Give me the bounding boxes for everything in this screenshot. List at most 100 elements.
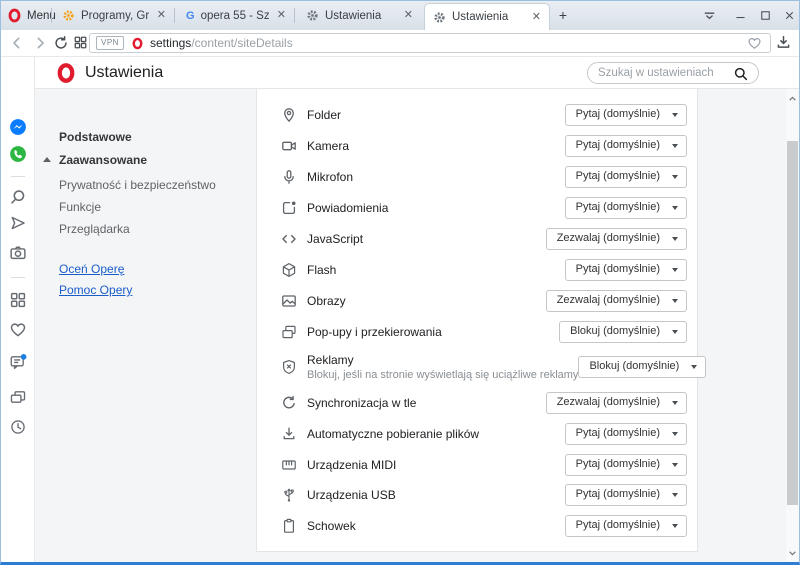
rate-opera-link[interactable]: Oceń Operę: [59, 262, 124, 276]
permission-row-ads: Reklamy Blokuj, jeśli na stronie wyświet…: [257, 345, 697, 389]
sidebar-item-funkcje[interactable]: Funkcje: [59, 200, 101, 214]
permission-subtitle: Blokuj, jeśli na stronie wyświetlają się…: [307, 369, 578, 381]
permission-label: Urządzenia USB: [307, 488, 396, 502]
permission-dropdown[interactable]: Blokuj (domyślnie): [578, 356, 706, 378]
divider: [11, 176, 25, 177]
tab-title: Programy, Gry, Kodeki, An: [81, 10, 149, 22]
javascript-icon: [281, 231, 297, 247]
bookmarks-heart-icon[interactable]: [9, 321, 27, 339]
permission-dropdown[interactable]: Pytaj (domyślnie): [565, 166, 687, 188]
permission-dropdown[interactable]: Pytaj (domyślnie): [565, 454, 687, 476]
my-flow-icon[interactable]: [9, 214, 27, 232]
scroll-down-arrow[interactable]: [786, 546, 799, 560]
permission-label: Mikrofon: [307, 170, 353, 184]
permission-dropdown[interactable]: Pytaj (domyślnie): [565, 423, 687, 445]
bookmark-heart-icon[interactable]: [747, 36, 762, 51]
tab-close-icon[interactable]: ✕: [530, 11, 543, 24]
back-icon: [9, 35, 25, 51]
permission-dropdown[interactable]: Pytaj (domyślnie): [565, 197, 687, 219]
tab-ustawienia-active[interactable]: Ustawienia ✕: [425, 4, 549, 30]
close-window-button[interactable]: [781, 7, 798, 24]
minimize-button[interactable]: [732, 7, 749, 24]
permission-dropdown[interactable]: Pytaj (domyślnie): [565, 104, 687, 126]
tab-close-icon[interactable]: ✕: [275, 9, 288, 22]
search-icon: [733, 66, 749, 82]
tabs-icon[interactable]: [9, 388, 27, 406]
settings-search-input[interactable]: [598, 67, 730, 79]
messenger-sidebar: [1, 57, 35, 562]
tab-close-icon[interactable]: ✕: [402, 9, 415, 22]
permission-row-popups: Pop-upy i przekierowania Blokuj (domyśln…: [257, 317, 697, 347]
dropdown-value: Pytaj (domyślnie): [576, 108, 660, 120]
dropdown-value: Blokuj (domyślnie): [589, 360, 679, 372]
minimize-icon: [734, 9, 747, 22]
auto-download-icon: [281, 426, 297, 442]
tab-title: opera 55 - Szukaj w Goog: [201, 10, 269, 22]
gear-favicon-icon: [306, 9, 319, 22]
permission-label: Flash: [307, 263, 336, 277]
reload-icon: [53, 35, 69, 51]
scroll-up-arrow[interactable]: [786, 91, 799, 105]
sidebar-item-zaawansowane[interactable]: Zaawansowane: [59, 153, 147, 167]
divider: [11, 277, 25, 278]
new-tab-button[interactable]: +: [553, 5, 573, 25]
permission-dropdown[interactable]: Zezwalaj (domyślnie): [546, 228, 687, 250]
opera-help-link[interactable]: Pomoc Opery: [59, 283, 132, 297]
permission-dropdown[interactable]: Pytaj (domyślnie): [565, 484, 687, 506]
chevron-down-icon: [672, 493, 678, 497]
forward-button[interactable]: [32, 35, 48, 51]
gear-orange-favicon-icon: [62, 9, 75, 22]
reload-button[interactable]: [53, 35, 69, 51]
sidebar-item-przegladarka[interactable]: Przeglądarka: [59, 222, 130, 236]
speed-dial-sidebar-icon[interactable]: [9, 291, 27, 309]
permission-label: Folder: [307, 108, 341, 122]
opera-menu-button[interactable]: Menu: [7, 1, 56, 30]
tab-programy[interactable]: Programy, Gry, Kodeki, An ✕: [54, 1, 174, 30]
permission-dropdown[interactable]: Pytaj (domyślnie): [565, 259, 687, 281]
tab-ustawienia-1[interactable]: Ustawienia ✕: [298, 1, 421, 30]
permission-row-javascript: JavaScript Zezwalaj (domyślnie): [257, 224, 697, 254]
permission-dropdown[interactable]: Blokuj (domyślnie): [559, 321, 687, 343]
tab-close-icon[interactable]: ✕: [155, 9, 168, 22]
downloads-button[interactable]: [775, 34, 793, 52]
url-field[interactable]: VPN settings /content/siteDetails: [89, 33, 771, 53]
sidebar-search-icon[interactable]: [9, 188, 27, 206]
permission-row-midi: Urządzenia MIDI Pytaj (domyślnie): [257, 450, 697, 480]
permissions-card: Folder Pytaj (domyślnie) Kamera Pytaj (d…: [256, 89, 698, 552]
permission-dropdown[interactable]: Zezwalaj (domyślnie): [546, 290, 687, 312]
snapshot-camera-icon[interactable]: [9, 244, 27, 262]
personal-news-icon[interactable]: [9, 353, 27, 371]
permission-dropdown[interactable]: Zezwalaj (domyślnie): [546, 392, 687, 414]
sidebar-item-prywatnosc[interactable]: Prywatność i bezpieczeństwo: [59, 178, 216, 192]
ads-shield-icon: [281, 359, 297, 375]
maximize-button[interactable]: [757, 7, 774, 24]
scrollbar-thumb[interactable]: [787, 141, 798, 505]
google-favicon-icon: G: [186, 10, 195, 22]
settings-header: Ustawienia: [35, 57, 799, 89]
permission-label: Kamera: [307, 139, 349, 153]
chevron-down-icon: [672, 113, 678, 117]
permission-label: Schowek: [307, 519, 356, 533]
speed-dial-button[interactable]: [73, 35, 89, 51]
settings-search-box[interactable]: [587, 62, 759, 84]
divider: [51, 8, 52, 23]
tab-menu-button[interactable]: [701, 7, 718, 24]
messenger-icon[interactable]: [9, 118, 27, 136]
vpn-badge[interactable]: VPN: [96, 36, 124, 50]
notifications-icon: [281, 200, 297, 216]
history-clock-icon[interactable]: [9, 418, 27, 436]
page-scrollbar[interactable]: [786, 89, 799, 562]
tab-title: Ustawienia: [452, 11, 524, 23]
permission-row-location: Folder Pytaj (domyślnie): [257, 100, 697, 130]
permission-dropdown[interactable]: Pytaj (domyślnie): [565, 515, 687, 537]
sidebar-item-podstawowe[interactable]: Podstawowe: [59, 130, 132, 144]
midi-icon: [281, 457, 297, 473]
permission-dropdown[interactable]: Pytaj (domyślnie): [565, 135, 687, 157]
permission-row-notifications: Powiadomienia Pytaj (domyślnie): [257, 193, 697, 223]
whatsapp-icon[interactable]: [9, 145, 27, 163]
back-button[interactable]: [9, 35, 25, 51]
chevron-down-icon: [672, 330, 678, 334]
tab-google-search[interactable]: G opera 55 - Szukaj w Goog ✕: [178, 1, 294, 30]
clipboard-icon: [281, 518, 297, 534]
chevron-down-icon: [672, 524, 678, 528]
